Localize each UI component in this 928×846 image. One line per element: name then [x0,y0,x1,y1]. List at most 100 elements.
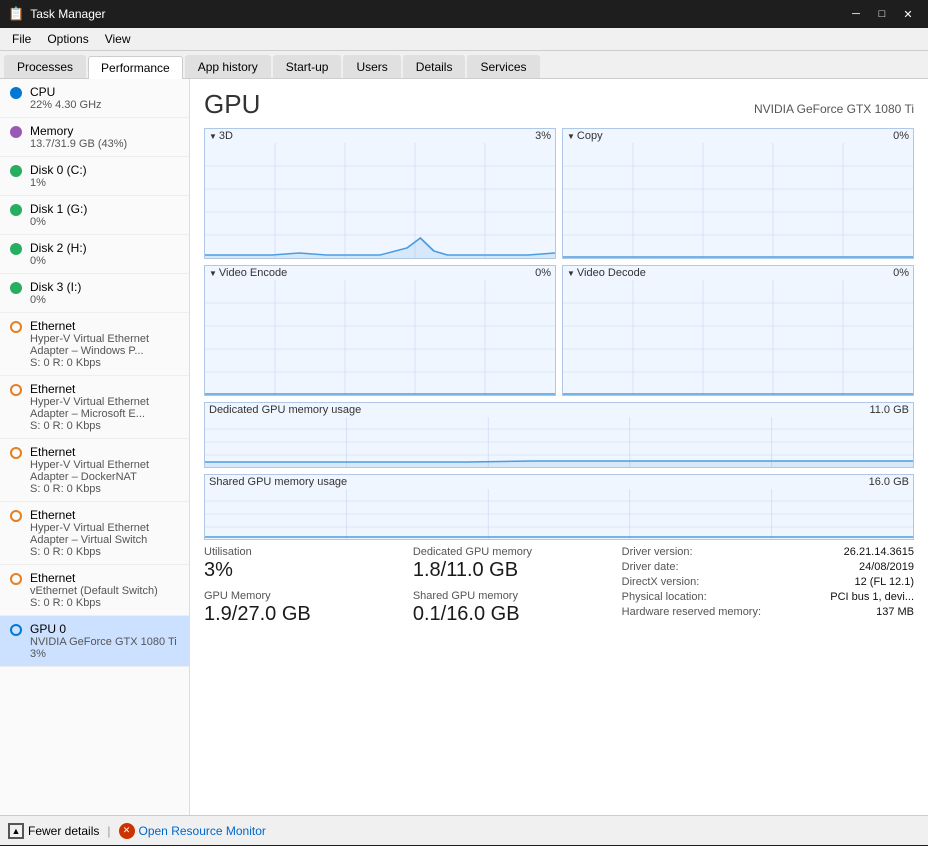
sidebar-item-disk3[interactable]: Disk 3 (I:) 0% [0,274,189,313]
graph-ve-title: Video Encode [219,267,287,279]
graph-vd-label-bar: ▼ Video Decode 0% [563,266,913,280]
tab-services[interactable]: Services [467,55,539,78]
driver-date-key: Driver date: [622,561,679,573]
disk2-text: Disk 2 (H:) 0% [30,241,179,267]
memory-name: Memory [30,124,179,138]
sidebar-item-eth4[interactable]: Ethernet Hyper-V Virtual Ethernet Adapte… [0,502,189,565]
stats-col-1: Utilisation 3% GPU Memory 1.9/27.0 GB [204,546,413,634]
tab-app-history[interactable]: App history [185,55,271,78]
dedicated-mem-stat-value: 1.8/11.0 GB [413,558,622,582]
directx-val: 12 (FL 12.1) [855,576,915,588]
sidebar-item-eth1[interactable]: Ethernet Hyper-V Virtual Ethernet Adapte… [0,313,189,376]
graph-copy-label-bar: ▼ Copy 0% [563,129,913,143]
tab-bar: Processes Performance App history Start-… [0,51,928,79]
sidebar-item-cpu[interactable]: CPU 22% 4.30 GHz [0,79,189,118]
gpu-model: NVIDIA GeForce GTX 1080 Ti [754,102,914,116]
eth5-text: Ethernet vEthernet (Default Switch) S: 0… [30,571,179,609]
stats-section: Utilisation 3% GPU Memory 1.9/27.0 GB De… [204,546,914,634]
gpu-memory-value: 1.9/27.0 GB [204,602,413,626]
stat-dedicated-mem: Dedicated GPU memory 1.8/11.0 GB [413,546,622,582]
eth1-name: Ethernet [30,319,179,333]
sidebar-item-disk0[interactable]: Disk 0 (C:) 1% [0,157,189,196]
eth5-dot [10,573,22,585]
minimize-button[interactable]: ─ [844,5,868,23]
sidebar-item-eth3[interactable]: Ethernet Hyper-V Virtual Ethernet Adapte… [0,439,189,502]
info-hw-reserved: Hardware reserved memory: 137 MB [622,606,914,618]
dedicated-mem-max: 11.0 GB [869,404,909,416]
graph-vd-label: ▼ Video Decode [567,267,646,279]
disk0-dot [10,165,22,177]
tab-processes[interactable]: Processes [4,55,86,78]
sidebar-item-disk1[interactable]: Disk 1 (G:) 0% [0,196,189,235]
eth1-dot [10,321,22,333]
open-resource-monitor-link[interactable]: ✕ Open Resource Monitor [119,823,266,839]
sidebar-item-eth5[interactable]: Ethernet vEthernet (Default Switch) S: 0… [0,565,189,616]
sidebar-item-memory[interactable]: Memory 13.7/31.9 GB (43%) [0,118,189,157]
graph-ve-label: ▼ Video Encode [209,267,287,279]
resource-monitor-icon: ✕ [119,823,135,839]
eth3-sub1: Hyper-V Virtual Ethernet Adapter – Docke… [30,459,179,483]
sidebar-item-eth2[interactable]: Ethernet Hyper-V Virtual Ethernet Adapte… [0,376,189,439]
tab-startup[interactable]: Start-up [273,55,342,78]
menu-file[interactable]: File [4,30,39,48]
fewer-details-button[interactable]: ▲ Fewer details [8,823,99,839]
info-col: Driver version: 26.21.14.3615 Driver dat… [622,546,914,634]
eth3-dot [10,447,22,459]
tab-details[interactable]: Details [403,55,466,78]
chevron-ve-icon: ▼ [209,269,217,278]
title-bar: 📋 Task Manager ─ □ ✕ [0,0,928,28]
graphs-grid: ▼ 3D 3% [204,128,914,396]
gpu0-text: GPU 0 NVIDIA GeForce GTX 1080 Ti 3% [30,622,179,660]
hw-reserved-val: 137 MB [876,606,914,618]
shared-mem-label: Shared GPU memory usage [209,476,347,488]
maximize-button[interactable]: □ [870,5,894,23]
close-button[interactable]: ✕ [896,5,920,23]
info-driver-version: Driver version: 26.21.14.3615 [622,546,914,558]
menu-view[interactable]: View [97,30,139,48]
shared-mem-stat-label: Shared GPU memory [413,590,622,602]
eth1-sub2: S: 0 R: 0 Kbps [30,357,179,369]
menu-options[interactable]: Options [39,30,96,48]
eth2-text: Ethernet Hyper-V Virtual Ethernet Adapte… [30,382,179,432]
title-bar-left: 📋 Task Manager [8,6,106,22]
disk1-dot [10,204,22,216]
fewer-details-icon: ▲ [8,823,24,839]
separator: | [107,824,110,838]
graph-copy-title: Copy [577,130,603,142]
title-bar-controls: ─ □ ✕ [844,5,920,23]
cpu-text: CPU 22% 4.30 GHz [30,85,179,111]
menu-bar: File Options View [0,28,928,51]
bottom-bar: ▲ Fewer details | ✕ Open Resource Monito… [0,815,928,845]
tab-users[interactable]: Users [343,55,400,78]
graph-copy-label: ▼ Copy [567,130,603,142]
disk2-name: Disk 2 (H:) [30,241,179,255]
graph-3d-pct: 3% [535,130,551,142]
eth5-name: Ethernet [30,571,179,585]
cpu-dot [10,87,22,99]
shared-mem-canvas [205,489,913,539]
graph-3d-title: 3D [219,130,233,142]
disk0-text: Disk 0 (C:) 1% [30,163,179,189]
shared-mem-stat-value: 0.1/16.0 GB [413,602,622,626]
sidebar-item-disk2[interactable]: Disk 2 (H:) 0% [0,235,189,274]
app-icon: 📋 [8,6,24,22]
dedicated-gpu-mem-graph: Dedicated GPU memory usage 11.0 GB [204,402,914,468]
sidebar-item-gpu0[interactable]: GPU 0 NVIDIA GeForce GTX 1080 Ti 3% [0,616,189,667]
gpu0-sub1: NVIDIA GeForce GTX 1080 Ti [30,636,179,648]
eth3-sub2: S: 0 R: 0 Kbps [30,483,179,495]
graph-3d: ▼ 3D 3% [204,128,556,259]
gpu0-dot [10,624,22,636]
physical-location-key: Physical location: [622,591,707,603]
stat-utilisation: Utilisation 3% [204,546,413,582]
tab-performance[interactable]: Performance [88,56,183,79]
disk2-dot [10,243,22,255]
cpu-name: CPU [30,85,179,99]
graph-3d-label-bar: ▼ 3D 3% [205,129,555,143]
shared-mem-max: 16.0 GB [869,476,909,488]
graph-ve-canvas [205,280,555,395]
hw-reserved-key: Hardware reserved memory: [622,606,761,618]
eth4-sub2: S: 0 R: 0 Kbps [30,546,179,558]
graph-ve-label-bar: ▼ Video Encode 0% [205,266,555,280]
eth3-text: Ethernet Hyper-V Virtual Ethernet Adapte… [30,445,179,495]
gpu-title: GPU [204,89,260,120]
